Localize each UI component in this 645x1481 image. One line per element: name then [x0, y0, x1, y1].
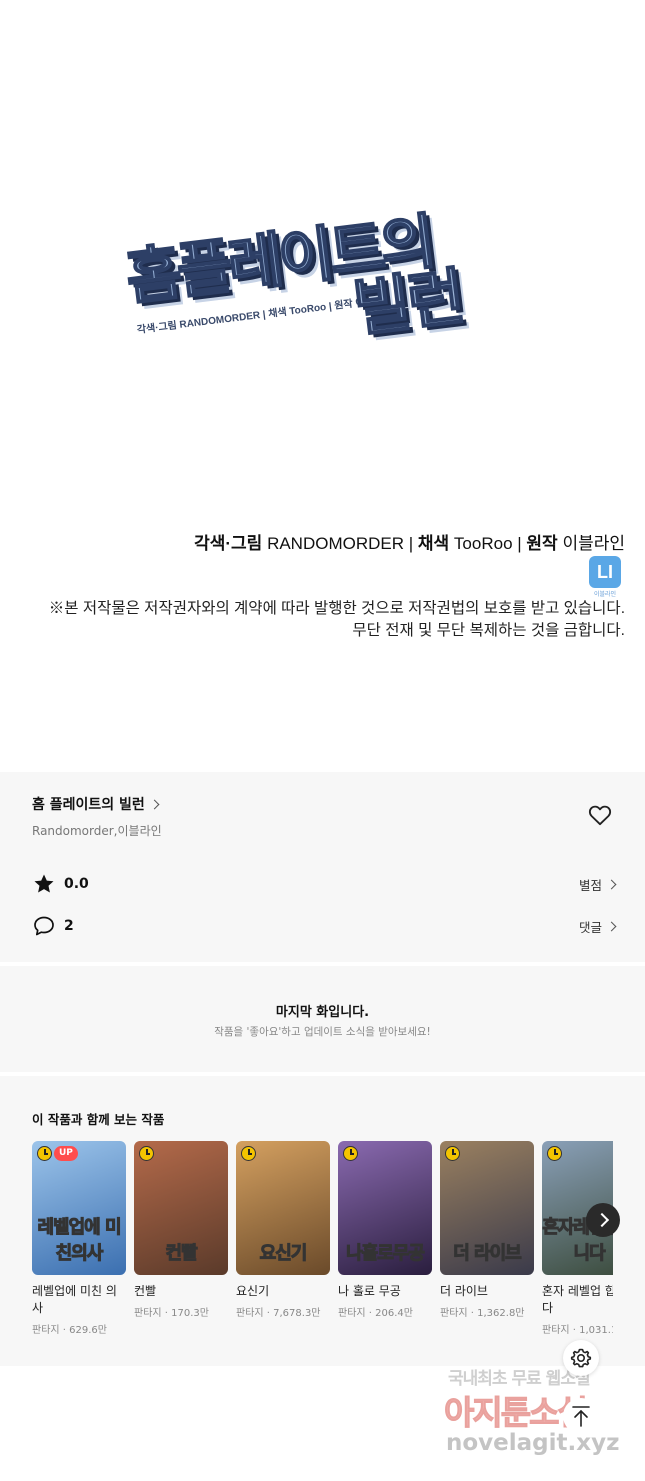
- cover-logo-text: 나홀로무공: [346, 1243, 426, 1265]
- watermark: 국내최초 무료 웹소설 아지툰소설 novelagit.xyz: [440, 1364, 630, 1474]
- chevron-right-icon: [149, 799, 160, 809]
- arrow-up-icon: [572, 1406, 590, 1427]
- publisher-logo: LI: [589, 556, 621, 588]
- recommendation-meta: 판타지 · 629.6만: [32, 1325, 107, 1336]
- publisher-caption: 이블라인: [593, 592, 617, 598]
- recommendation-title: 레벨업에 미친 의사: [32, 1284, 117, 1315]
- chevron-right-icon: [606, 879, 617, 889]
- cover-thumbnail: 나홀로무공: [338, 1141, 432, 1275]
- chevron-right-icon: [606, 921, 617, 931]
- recommendation-card[interactable]: 혼자레벨업합니다혼자 레벨업 합니다판타지 · 1,031.1만: [542, 1141, 613, 1336]
- cover-logo-text: 레벨업에 미친의사: [37, 1217, 122, 1265]
- clock-icon: [37, 1146, 52, 1161]
- recommendation-meta: 판타지 · 170.3만: [134, 1308, 209, 1319]
- recommendation-title: 더 라이브: [440, 1284, 488, 1298]
- clock-icon: [445, 1146, 460, 1161]
- cover-logo-text: 요신기: [259, 1243, 308, 1265]
- star-icon: [34, 874, 54, 893]
- series-title: 홈 플레이트의 빌런: [32, 797, 145, 813]
- credits-line: 각색·그림 RANDOMORDER | 채색 TooRoo | 원작 이블라인: [194, 534, 625, 553]
- recommendations-title: 이 작품과 함께 보는 작품: [32, 1112, 165, 1127]
- recommendations-section: 이 작품과 함께 보는 작품 UP 레벨업에 미친의사레벨업에 미친 의사판타지 …: [0, 1076, 645, 1366]
- comment-icon: [34, 916, 54, 936]
- recommendation-card[interactable]: 나홀로무공나 홀로 무공판타지 · 206.4만: [338, 1141, 432, 1319]
- carousel-next-button[interactable]: [586, 1203, 620, 1237]
- comments-count: 2: [64, 918, 74, 934]
- cover-logo-text: 더 라이브: [453, 1243, 523, 1265]
- rating-value: 0.0: [64, 876, 89, 892]
- recommendation-meta: 판타지 · 1,031.1만: [542, 1325, 613, 1336]
- clock-icon: [547, 1146, 562, 1161]
- heart-icon[interactable]: [587, 802, 613, 828]
- comments-link[interactable]: 댓글: [579, 917, 617, 936]
- cover-thumbnail: UP 레벨업에 미친의사: [32, 1141, 126, 1275]
- recommendation-card[interactable]: 요신기 요신기 판타지 · 7,678.3만: [236, 1141, 330, 1319]
- recommendation-card[interactable]: UP 레벨업에 미친의사레벨업에 미친 의사판타지 · 629.6만: [32, 1141, 126, 1336]
- settings-button[interactable]: [563, 1340, 599, 1376]
- recommendation-title: 컨빨: [134, 1284, 157, 1298]
- clock-icon: [139, 1146, 154, 1161]
- series-info-panel: 홈 플레이트의 빌런 Randomorder,이블라인 0.0 별점 2 댓글: [0, 772, 645, 962]
- recommendation-title: 혼자 레벨업 합니다: [542, 1284, 613, 1315]
- cover-thumbnail: 요신기: [236, 1141, 330, 1275]
- recommendation-card[interactable]: 더 라이브 더 라이브 판타지 · 1,362.8만: [440, 1141, 534, 1319]
- series-logo: 홈플레이트의 각색·그림 RANDOMORDER | 채색 TooRoo | 원…: [118, 165, 529, 391]
- copyright-notice: ※본 저작물은 저작권자와의 계약에 따라 발행한 것으로 저작권법의 보호를 …: [48, 600, 625, 639]
- clock-icon: [241, 1146, 256, 1161]
- up-badge: UP: [54, 1146, 78, 1161]
- episode-title-art: 홈플레이트의 각색·그림 RANDOMORDER | 채색 TooRoo | 원…: [0, 0, 645, 770]
- series-title-link[interactable]: 홈 플레이트의 빌런: [32, 794, 160, 814]
- series-authors: Randomorder,이블라인: [32, 824, 162, 838]
- recommendation-meta: 판타지 · 206.4만: [338, 1308, 413, 1319]
- recommendation-meta: 판타지 · 1,362.8만: [440, 1308, 525, 1319]
- clock-icon: [343, 1146, 358, 1161]
- cover-logo-text: 컨빨: [165, 1243, 198, 1265]
- last-episode-notice: 마지막 화입니다. 작품을 '좋아요'하고 업데이트 소식을 받아보세요!: [0, 966, 645, 1072]
- cover-thumbnail: 더 라이브: [440, 1141, 534, 1275]
- comments-row: 2 댓글: [32, 913, 617, 939]
- cover-thumbnail: 컨빨: [134, 1141, 228, 1275]
- rating-row: 0.0 별점: [32, 871, 617, 897]
- gear-icon: [570, 1348, 592, 1368]
- recommendation-card[interactable]: 컨빨 컨빨 판타지 · 170.3만: [134, 1141, 228, 1319]
- recommendations-carousel[interactable]: UP 레벨업에 미친의사 레벨업에 미친 의사 판타지 · 629.6만 컨빨 컨빨 판타지…: [32, 1141, 613, 1366]
- last-episode-subtitle: 작품을 '좋아요'하고 업데이트 소식을 받아보세요!: [214, 1026, 431, 1038]
- logo-line2: 빌런: [349, 259, 467, 347]
- recommendation-meta: 판타지 · 7,678.3만: [236, 1308, 321, 1319]
- rating-link[interactable]: 별점: [579, 875, 617, 894]
- recommendation-title: 나 홀로 무공: [338, 1284, 401, 1298]
- recommendation-title: 요신기: [236, 1284, 270, 1298]
- last-episode-title: 마지막 화입니다.: [275, 1005, 370, 1020]
- scroll-top-button[interactable]: [563, 1398, 599, 1434]
